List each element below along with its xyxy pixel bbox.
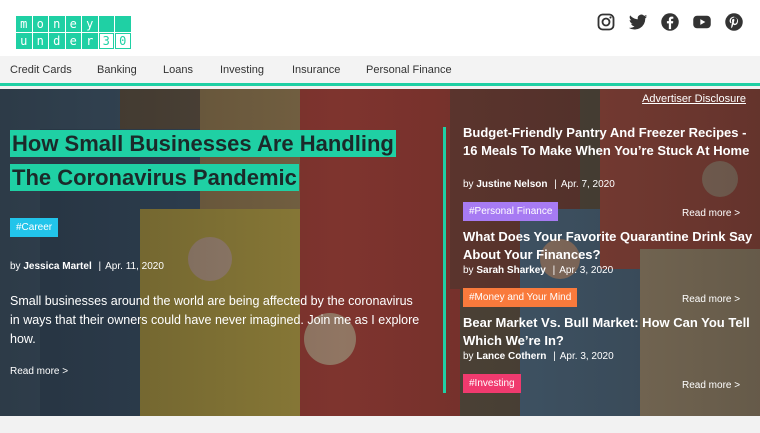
- tag-personal-finance[interactable]: #Personal Finance: [463, 202, 559, 221]
- side-article-byline: by Justine Nelson | Apr. 7, 2020: [463, 179, 615, 190]
- article-date: Apr. 3, 2020: [559, 351, 614, 362]
- instagram-icon[interactable]: [596, 12, 616, 32]
- twitter-icon[interactable]: [628, 12, 648, 32]
- article-date: Apr. 7, 2020: [560, 179, 615, 190]
- author-link[interactable]: Lance Cothern: [476, 351, 546, 362]
- side-read-more-link[interactable]: Read more >: [682, 380, 740, 391]
- nav-insurance[interactable]: Insurance: [292, 64, 340, 76]
- author-link[interactable]: Justine Nelson: [476, 179, 547, 190]
- logo-letter: n: [32, 33, 48, 49]
- logo-row-money: m o n e y: [16, 16, 131, 32]
- column-divider: [443, 127, 446, 393]
- logo-letter: u: [16, 33, 32, 49]
- byline-by: by: [463, 179, 474, 190]
- featured-excerpt: Small businesses around the world are be…: [10, 294, 420, 346]
- logo-letter: d: [49, 33, 65, 49]
- nav-credit-cards[interactable]: Credit Cards: [10, 64, 72, 76]
- featured-article-title[interactable]: How Small Businesses Are Handling The Co…: [10, 127, 410, 195]
- byline-separator: |: [553, 351, 556, 362]
- nav-personal-finance[interactable]: Personal Finance: [366, 64, 452, 76]
- side-article-byline: by Sarah Sharkey | Apr. 3, 2020: [463, 265, 613, 276]
- featured-title-text[interactable]: How Small Businesses Are Handling The Co…: [10, 130, 396, 191]
- featured-byline: by Jessica Martel | Apr. 11, 2020: [10, 261, 164, 272]
- pinterest-icon[interactable]: [724, 12, 744, 32]
- advertiser-disclosure-link[interactable]: Advertiser Disclosure: [642, 93, 746, 105]
- youtube-icon[interactable]: [692, 12, 712, 32]
- logo-block: [115, 16, 131, 32]
- logo-row-under30: u n d e r 3 0: [16, 33, 131, 49]
- byline-separator: |: [552, 265, 556, 276]
- side-article-byline: by Lance Cothern | Apr. 3, 2020: [463, 351, 614, 362]
- nav-investing[interactable]: Investing: [220, 64, 264, 76]
- byline-by: by: [463, 265, 474, 276]
- side-article-title[interactable]: What Does Your Favorite Quarantine Drink…: [463, 228, 753, 263]
- byline-separator: |: [554, 179, 557, 190]
- tag-money-and-your-mind[interactable]: #Money and Your Mind: [463, 288, 578, 307]
- tag-career[interactable]: #Career: [10, 218, 59, 237]
- article-date: Apr. 3, 2020: [559, 265, 614, 276]
- byline-by: by: [10, 261, 21, 272]
- featured-hero: Advertiser Disclosure How Small Business…: [0, 89, 760, 416]
- byline-by: by: [463, 351, 474, 362]
- logo-letter: y: [82, 16, 98, 32]
- site-logo[interactable]: m o n e y u n d e r 3 0: [16, 16, 131, 50]
- byline-separator: |: [98, 261, 102, 272]
- logo-letter: e: [65, 16, 81, 32]
- logo-letter: e: [65, 33, 81, 49]
- facebook-icon[interactable]: [660, 12, 680, 32]
- side-article-title[interactable]: Bear Market Vs. Bull Market: How Can You…: [463, 314, 753, 349]
- nav-loans[interactable]: Loans: [163, 64, 193, 76]
- author-link[interactable]: Jessica Martel: [23, 261, 91, 272]
- logo-letter: n: [49, 16, 65, 32]
- side-read-more-link[interactable]: Read more >: [682, 294, 740, 305]
- featured-read-more-link[interactable]: Read more >: [10, 366, 68, 377]
- site-header: m o n e y u n d e r 3 0: [0, 0, 760, 56]
- author-link[interactable]: Sarah Sharkey: [476, 265, 546, 276]
- nav-banking[interactable]: Banking: [97, 64, 137, 76]
- logo-letter: 3: [98, 33, 114, 49]
- logo-block: [98, 16, 114, 32]
- social-links: [596, 12, 744, 32]
- tag-investing[interactable]: #Investing: [463, 374, 521, 393]
- main-nav: Credit Cards Banking Loans Investing Ins…: [0, 56, 760, 86]
- article-date: Apr. 11, 2020: [105, 261, 164, 272]
- logo-letter: o: [32, 16, 48, 32]
- side-article-title[interactable]: Budget-Friendly Pantry And Freezer Recip…: [463, 124, 753, 159]
- side-read-more-link[interactable]: Read more >: [682, 208, 740, 219]
- logo-letter: m: [16, 16, 32, 32]
- logo-letter: 0: [115, 33, 131, 49]
- logo-letter: r: [82, 33, 98, 49]
